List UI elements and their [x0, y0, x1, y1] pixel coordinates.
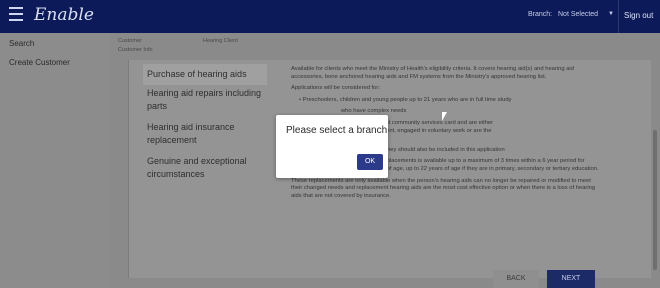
bullet-text: Preschoolers, children and young people …: [302, 96, 512, 103]
branch-label: Branch:: [528, 11, 553, 18]
breadcrumb-customer-value: Hearing Client: [203, 38, 238, 44]
back-button[interactable]: BACK: [493, 270, 539, 288]
breadcrumb-sub: Customer Info: [118, 47, 153, 53]
next-button[interactable]: NEXT: [547, 270, 595, 288]
step-exceptional[interactable]: Genuine and exceptional circumstances: [143, 155, 267, 181]
brand-logo: Enable: [34, 5, 94, 25]
dialog-message: Please select a branch: [286, 125, 388, 136]
breadcrumb-customer-label: Customer: [118, 38, 142, 44]
scrollbar-thumb[interactable]: [653, 130, 657, 270]
content-bullet: • Preschoolers, children and young peopl…: [299, 96, 512, 103]
sidebar-item-create-customer[interactable]: Create Customer: [9, 58, 70, 67]
content-paragraph: Applications will be considered for:: [291, 85, 380, 92]
content-paragraph: Available for clients who meet the Minis…: [291, 66, 574, 80]
sidebar-item-search[interactable]: Search: [9, 39, 34, 48]
ok-button[interactable]: OK: [357, 154, 383, 170]
content-paragraph: These replacements are only available wh…: [291, 177, 596, 199]
step-repairs[interactable]: Hearing aid repairs including parts: [143, 87, 267, 113]
sidebar: Search Create Customer: [0, 33, 110, 288]
top-bar: Enable Branch: Not Selected ▼ Sign out: [0, 0, 660, 33]
header-divider: [618, 0, 619, 33]
step-insurance[interactable]: Hearing aid insurance replacement: [143, 121, 267, 147]
mouse-cursor-icon: [442, 112, 447, 121]
sign-out-button[interactable]: Sign out: [624, 11, 653, 20]
step-purchase[interactable]: Purchase of hearing aids: [143, 64, 267, 85]
branch-alert-dialog: Please select a branch OK: [276, 115, 388, 178]
menu-icon[interactable]: [9, 7, 23, 21]
chevron-down-icon[interactable]: ▼: [608, 11, 614, 17]
branch-select[interactable]: Not Selected: [558, 11, 598, 18]
